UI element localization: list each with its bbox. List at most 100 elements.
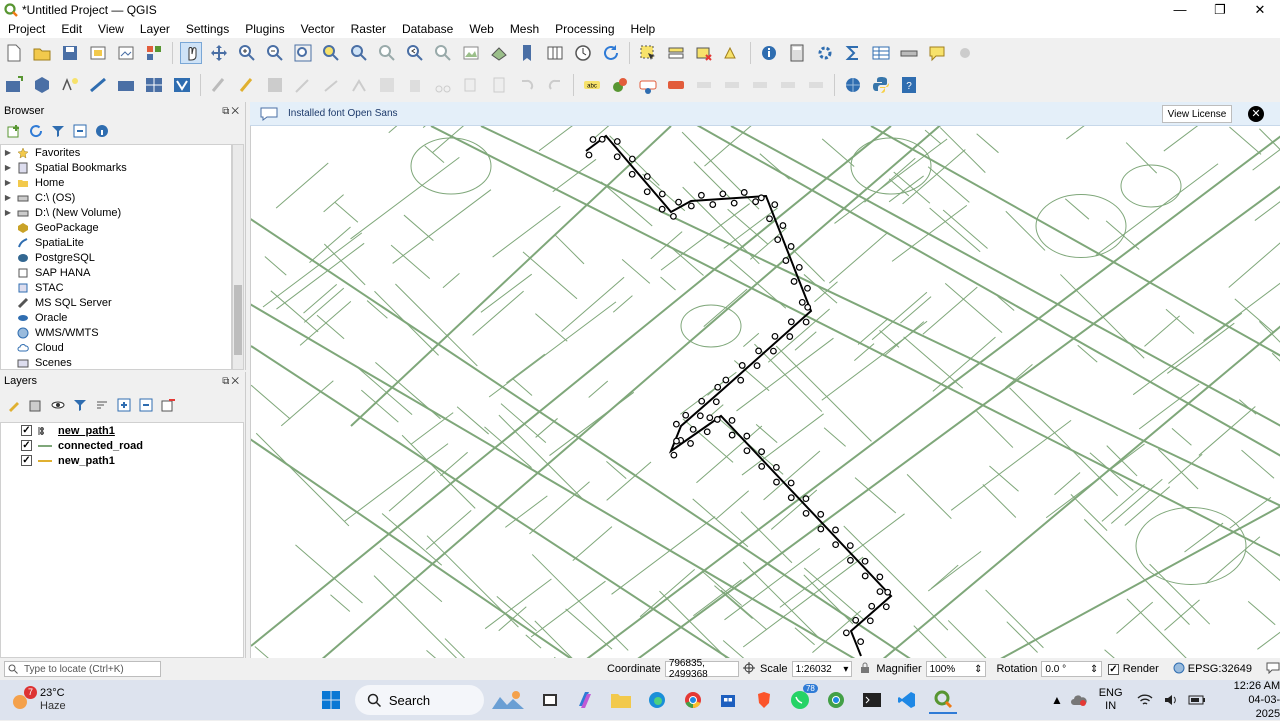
onedrive-tray-icon[interactable] [1069, 686, 1089, 714]
add-vertex-icon[interactable] [320, 74, 342, 96]
browser-item[interactable]: ▶ Home [1, 175, 231, 190]
panel-float-close-icon[interactable]: ⧉✕ [222, 106, 241, 117]
zoom-layer-icon[interactable] [348, 42, 370, 64]
locate-bar[interactable]: Type to locate (Ctrl+K) [4, 661, 161, 677]
save-edits-icon[interactable] [264, 74, 286, 96]
layer-row[interactable]: ✓ connected_road [1, 438, 243, 453]
new-shapefile-icon[interactable] [59, 74, 81, 96]
identify-features-icon[interactable] [758, 42, 780, 64]
task-view-icon[interactable] [536, 686, 564, 714]
new-3d-view-icon[interactable] [488, 42, 510, 64]
field-calculator-icon[interactable] [786, 42, 808, 64]
wifi-icon[interactable] [1137, 686, 1155, 714]
browser-item[interactable]: WMS/WMTS [1, 325, 231, 340]
menu-layer[interactable]: Layer [132, 22, 178, 36]
browser-item[interactable]: Cloud [1, 340, 231, 355]
expand-all-icon[interactable] [114, 396, 134, 414]
vscode-icon[interactable] [893, 686, 921, 714]
properties-icon[interactable] [92, 122, 112, 140]
minimize-button[interactable]: — [1160, 0, 1200, 20]
zoom-out-icon[interactable] [264, 42, 286, 64]
magnifier-field[interactable]: 100% ⇕ [925, 661, 987, 677]
edge-icon[interactable] [643, 686, 671, 714]
new-project-icon[interactable] [3, 42, 25, 64]
new-vector-tile-icon[interactable] [171, 74, 193, 96]
menu-mesh[interactable]: Mesh [502, 22, 547, 36]
toggle-editing-icon[interactable] [236, 74, 258, 96]
menu-raster[interactable]: Raster [343, 22, 394, 36]
manage-themes-icon[interactable] [48, 396, 68, 414]
browser-item[interactable]: MS SQL Server [1, 295, 231, 310]
browser-item[interactable]: Oracle [1, 310, 231, 325]
rotation-field[interactable]: 0.0 ° ⇕ [1041, 661, 1103, 677]
maximize-button[interactable]: ❐ [1200, 0, 1240, 20]
expand-icon[interactable]: ▶ [1, 208, 15, 217]
store-icon[interactable] [715, 686, 743, 714]
statistics-icon[interactable] [842, 42, 864, 64]
zoom-full-icon[interactable] [292, 42, 314, 64]
processing-toolbox-icon[interactable] [814, 42, 836, 64]
select-by-value-icon[interactable] [665, 42, 687, 64]
scrollbar-thumb[interactable] [234, 285, 242, 355]
new-virtual-layer-icon[interactable] [115, 74, 137, 96]
print-layout-icon[interactable] [87, 42, 109, 64]
deselect-features-icon[interactable] [693, 42, 715, 64]
browser-item[interactable]: SAP HANA [1, 265, 231, 280]
open-layer-styling-icon[interactable] [4, 396, 24, 414]
chrome-profile-icon[interactable] [822, 686, 850, 714]
pin-unpin-labels-icon[interactable] [665, 74, 687, 96]
layer-visibility-checkbox[interactable]: ✓ [21, 425, 32, 436]
panel-float-close-icon[interactable]: ⧉✕ [222, 376, 241, 387]
chevron-up-icon[interactable]: ▲ [1051, 693, 1065, 707]
browser-item[interactable]: ▶ Spatial Bookmarks [1, 160, 231, 175]
new-map-view-icon[interactable] [460, 42, 482, 64]
layer-row[interactable]: ✓ new_path1 [1, 453, 243, 468]
browser-item[interactable]: ▶ Favorites [1, 145, 231, 160]
style-manager-icon[interactable] [143, 42, 165, 64]
zoom-in-icon[interactable] [236, 42, 258, 64]
add-group-icon[interactable] [26, 396, 46, 414]
modify-attributes-icon[interactable] [376, 74, 398, 96]
filter-legend-icon[interactable] [70, 396, 90, 414]
browser-item[interactable]: ▶ C:\ (OS) [1, 190, 231, 205]
menu-view[interactable]: View [90, 22, 132, 36]
help-icon[interactable]: ? [898, 74, 920, 96]
data-source-manager-icon[interactable] [3, 74, 25, 96]
zoom-last-icon[interactable] [404, 42, 426, 64]
layer-visibility-checkbox[interactable]: ✓ [21, 440, 32, 451]
start-button[interactable] [317, 686, 345, 714]
pan-to-selection-icon[interactable] [208, 42, 230, 64]
show-hide-labels-icon[interactable] [693, 74, 715, 96]
expand-icon[interactable]: ▶ [1, 178, 15, 187]
widgets-picture-icon[interactable] [488, 686, 528, 714]
layer-row[interactable]: ✓ new_path1 [1, 423, 243, 438]
filter-expression-icon[interactable] [92, 396, 112, 414]
close-message-icon[interactable]: ✕ [1248, 106, 1264, 122]
attribute-select-icon[interactable] [721, 42, 743, 64]
refresh-browser-icon[interactable] [26, 122, 46, 140]
move-diagram-icon[interactable] [805, 74, 827, 96]
render-checkbox[interactable]: ✓ [1108, 663, 1119, 675]
menu-vector[interactable]: Vector [293, 22, 343, 36]
menu-processing[interactable]: Processing [547, 22, 622, 36]
chrome-icon[interactable] [679, 686, 707, 714]
browser-item[interactable]: PostgreSQL [1, 250, 231, 265]
coordinate-field[interactable]: 796835, 2499368 [664, 658, 739, 680]
layer-visibility-checkbox[interactable]: ✓ [21, 455, 32, 466]
browser-item[interactable]: GeoPackage [1, 220, 231, 235]
expand-icon[interactable]: ▶ [1, 148, 15, 157]
menu-help[interactable]: Help [623, 22, 664, 36]
toggle-extents-icon[interactable] [742, 661, 756, 677]
cut-features-icon[interactable] [432, 74, 454, 96]
language-indicator[interactable]: ENG IN [1099, 687, 1123, 713]
terminal-icon[interactable] [858, 686, 886, 714]
collapse-all-icon[interactable] [70, 122, 90, 140]
attribute-table-icon[interactable] [870, 42, 892, 64]
browser-scrollbar[interactable] [232, 144, 244, 370]
copy-features-icon[interactable] [460, 74, 482, 96]
move-label-icon[interactable] [721, 74, 743, 96]
select-features-icon[interactable] [637, 42, 659, 64]
stepper-icon[interactable]: ⇕ [974, 664, 982, 675]
chevron-down-icon[interactable]: ▾ [843, 664, 848, 675]
map-canvas[interactable] [250, 126, 1280, 658]
